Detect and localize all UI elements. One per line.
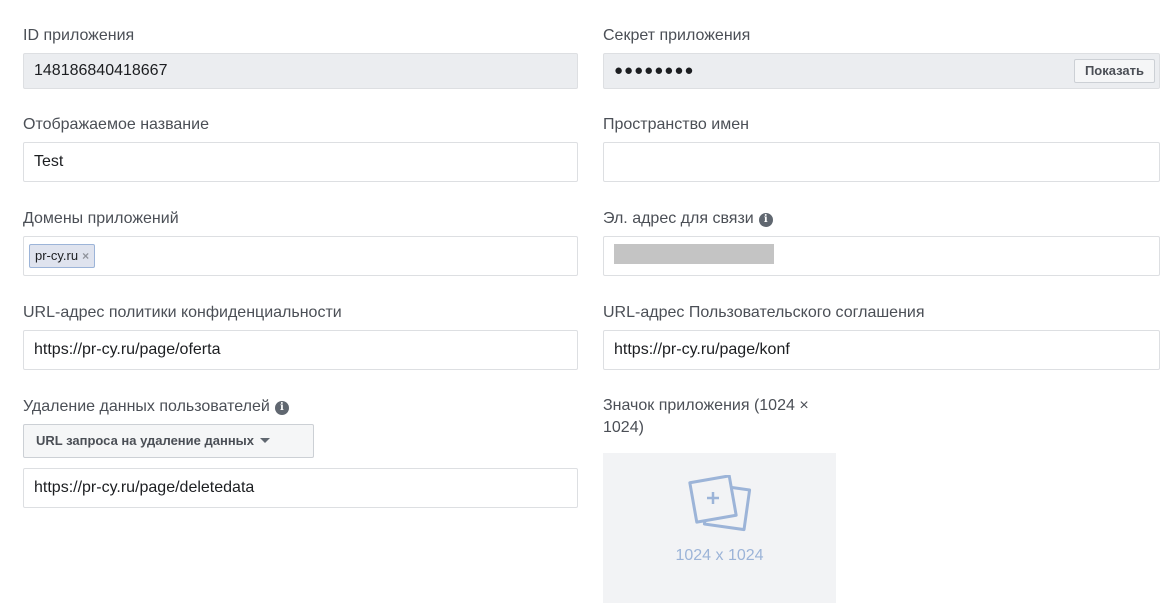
privacy-url-label: URL-адрес политики конфиденциальности bbox=[23, 304, 342, 321]
secret-value: ●●●●●●●● bbox=[614, 62, 695, 79]
domain-tag-text: pr-cy.ru bbox=[35, 248, 79, 263]
app-icon-upload[interactable]: 1024 x 1024 bbox=[603, 453, 836, 603]
app-icon-label-line2: 1024) bbox=[603, 419, 644, 436]
app-secret-label: Секрет приложения bbox=[603, 27, 751, 44]
namespace-input[interactable] bbox=[603, 142, 1160, 182]
app-id-label: ID приложения bbox=[23, 27, 135, 44]
display-name-label: Отображаемое название bbox=[23, 116, 209, 133]
info-icon[interactable]: i bbox=[758, 213, 773, 227]
terms-url-input[interactable]: https://pr-cy.ru/page/konf bbox=[603, 330, 1160, 370]
contact-email-label: Эл. адрес для связи i bbox=[603, 209, 773, 229]
display-name-input[interactable]: Test bbox=[23, 142, 578, 182]
app-domains-input[interactable]: pr-cy.ru × bbox=[23, 236, 578, 276]
show-secret-button[interactable]: Показать bbox=[1073, 59, 1155, 83]
privacy-url-input[interactable]: https://pr-cy.ru/page/oferta bbox=[23, 330, 578, 370]
info-icon[interactable]: i bbox=[274, 401, 289, 415]
remove-tag-icon[interactable]: × bbox=[82, 249, 89, 263]
app-domains-label: Домены приложений bbox=[23, 210, 179, 227]
app-icon-label: Значок приложения (1024 × 1024) bbox=[603, 395, 809, 439]
namespace-label: Пространство имен bbox=[603, 116, 749, 133]
contact-email-input[interactable] bbox=[603, 236, 1160, 276]
image-placeholder-icon bbox=[688, 475, 752, 532]
caret-down-icon bbox=[260, 438, 271, 443]
data-deletion-label: Удаление данных пользователей i bbox=[23, 397, 289, 417]
app-secret-field: ●●●●●●●● Показать bbox=[603, 53, 1160, 89]
data-deletion-type-dropdown[interactable]: URL запроса на удаление данных bbox=[23, 424, 314, 458]
terms-url-label: URL-адрес Пользовательского соглашения bbox=[603, 304, 925, 321]
data-deletion-url-input[interactable]: https://pr-cy.ru/page/deletedata bbox=[23, 468, 578, 508]
dropdown-label: URL запроса на удаление данных bbox=[36, 433, 255, 448]
redacted-email bbox=[614, 244, 774, 265]
app-id-field: 148186840418667 bbox=[23, 53, 578, 89]
domain-tag: pr-cy.ru × bbox=[29, 244, 96, 268]
contact-email-label-text: Эл. адрес для связи bbox=[603, 210, 754, 227]
data-deletion-label-text: Удаление данных пользователей bbox=[23, 398, 270, 415]
app-icon-label-line1: Значок приложения (1024 × bbox=[603, 397, 809, 414]
icon-size-text: 1024 x 1024 bbox=[675, 547, 764, 564]
